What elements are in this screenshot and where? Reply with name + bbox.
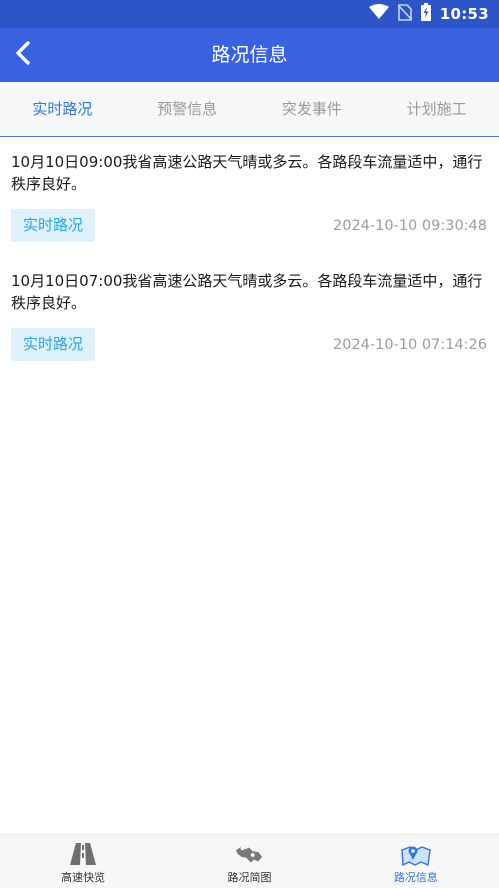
tab-warning-info[interactable]: 预警信息 — [125, 82, 250, 136]
road-map-icon — [234, 841, 264, 867]
status-bar: 10:53 — [0, 0, 499, 28]
nav-item-traffic-info[interactable]: 路况信息 — [333, 835, 499, 888]
tab-realtime-traffic[interactable]: 实时路况 — [0, 82, 125, 136]
nav-item-road-map[interactable]: 路况简图 — [166, 835, 332, 888]
category-tag: 实时路况 — [11, 328, 96, 361]
traffic-info-list: 10月10日09:00我省高速公路天气晴或多云。各路段车流量适中，通行秩序良好。… — [0, 137, 499, 375]
nav-label: 路况信息 — [393, 871, 438, 884]
highway-icon — [68, 841, 98, 867]
nav-item-highway-overview[interactable]: 高速快览 — [0, 835, 166, 888]
item-timestamp: 2024-10-10 07:14:26 — [333, 337, 487, 353]
wifi-icon — [368, 4, 389, 24]
traffic-info-icon — [401, 841, 431, 867]
tab-bar: 实时路况 预警信息 突发事件 计划施工 — [0, 82, 499, 137]
item-text: 10月10日07:00我省高速公路天气晴或多云。各路段车流量适中，通行秩序良好。 — [11, 272, 483, 312]
list-item[interactable]: 10月10日09:00我省高速公路天气晴或多云。各路段车流量适中，通行秩序良好。… — [0, 137, 499, 256]
no-sim-icon — [397, 3, 413, 25]
app-bar: 路况信息 — [0, 28, 499, 82]
nav-label: 高速快览 — [61, 871, 106, 884]
item-text: 10月10日09:00我省高速公路天气晴或多云。各路段车流量适中，通行秩序良好。 — [11, 153, 483, 193]
nav-label: 路况简图 — [227, 871, 272, 884]
item-timestamp: 2024-10-10 09:30:48 — [333, 218, 487, 234]
category-tag: 实时路况 — [11, 209, 96, 242]
back-button[interactable] — [10, 41, 36, 69]
bottom-nav: 高速快览 路况简图 路况信息 — [0, 834, 499, 888]
battery-charging-icon — [420, 3, 431, 25]
status-time: 10:53 — [439, 5, 489, 23]
chevron-left-icon — [15, 41, 31, 69]
tab-emergency-events[interactable]: 突发事件 — [250, 82, 375, 136]
status-icons: 10:53 — [368, 3, 489, 25]
tab-planned-construction[interactable]: 计划施工 — [374, 82, 499, 136]
list-item[interactable]: 10月10日07:00我省高速公路天气晴或多云。各路段车流量适中，通行秩序良好。… — [0, 256, 499, 375]
page-title: 路况信息 — [211, 44, 288, 66]
